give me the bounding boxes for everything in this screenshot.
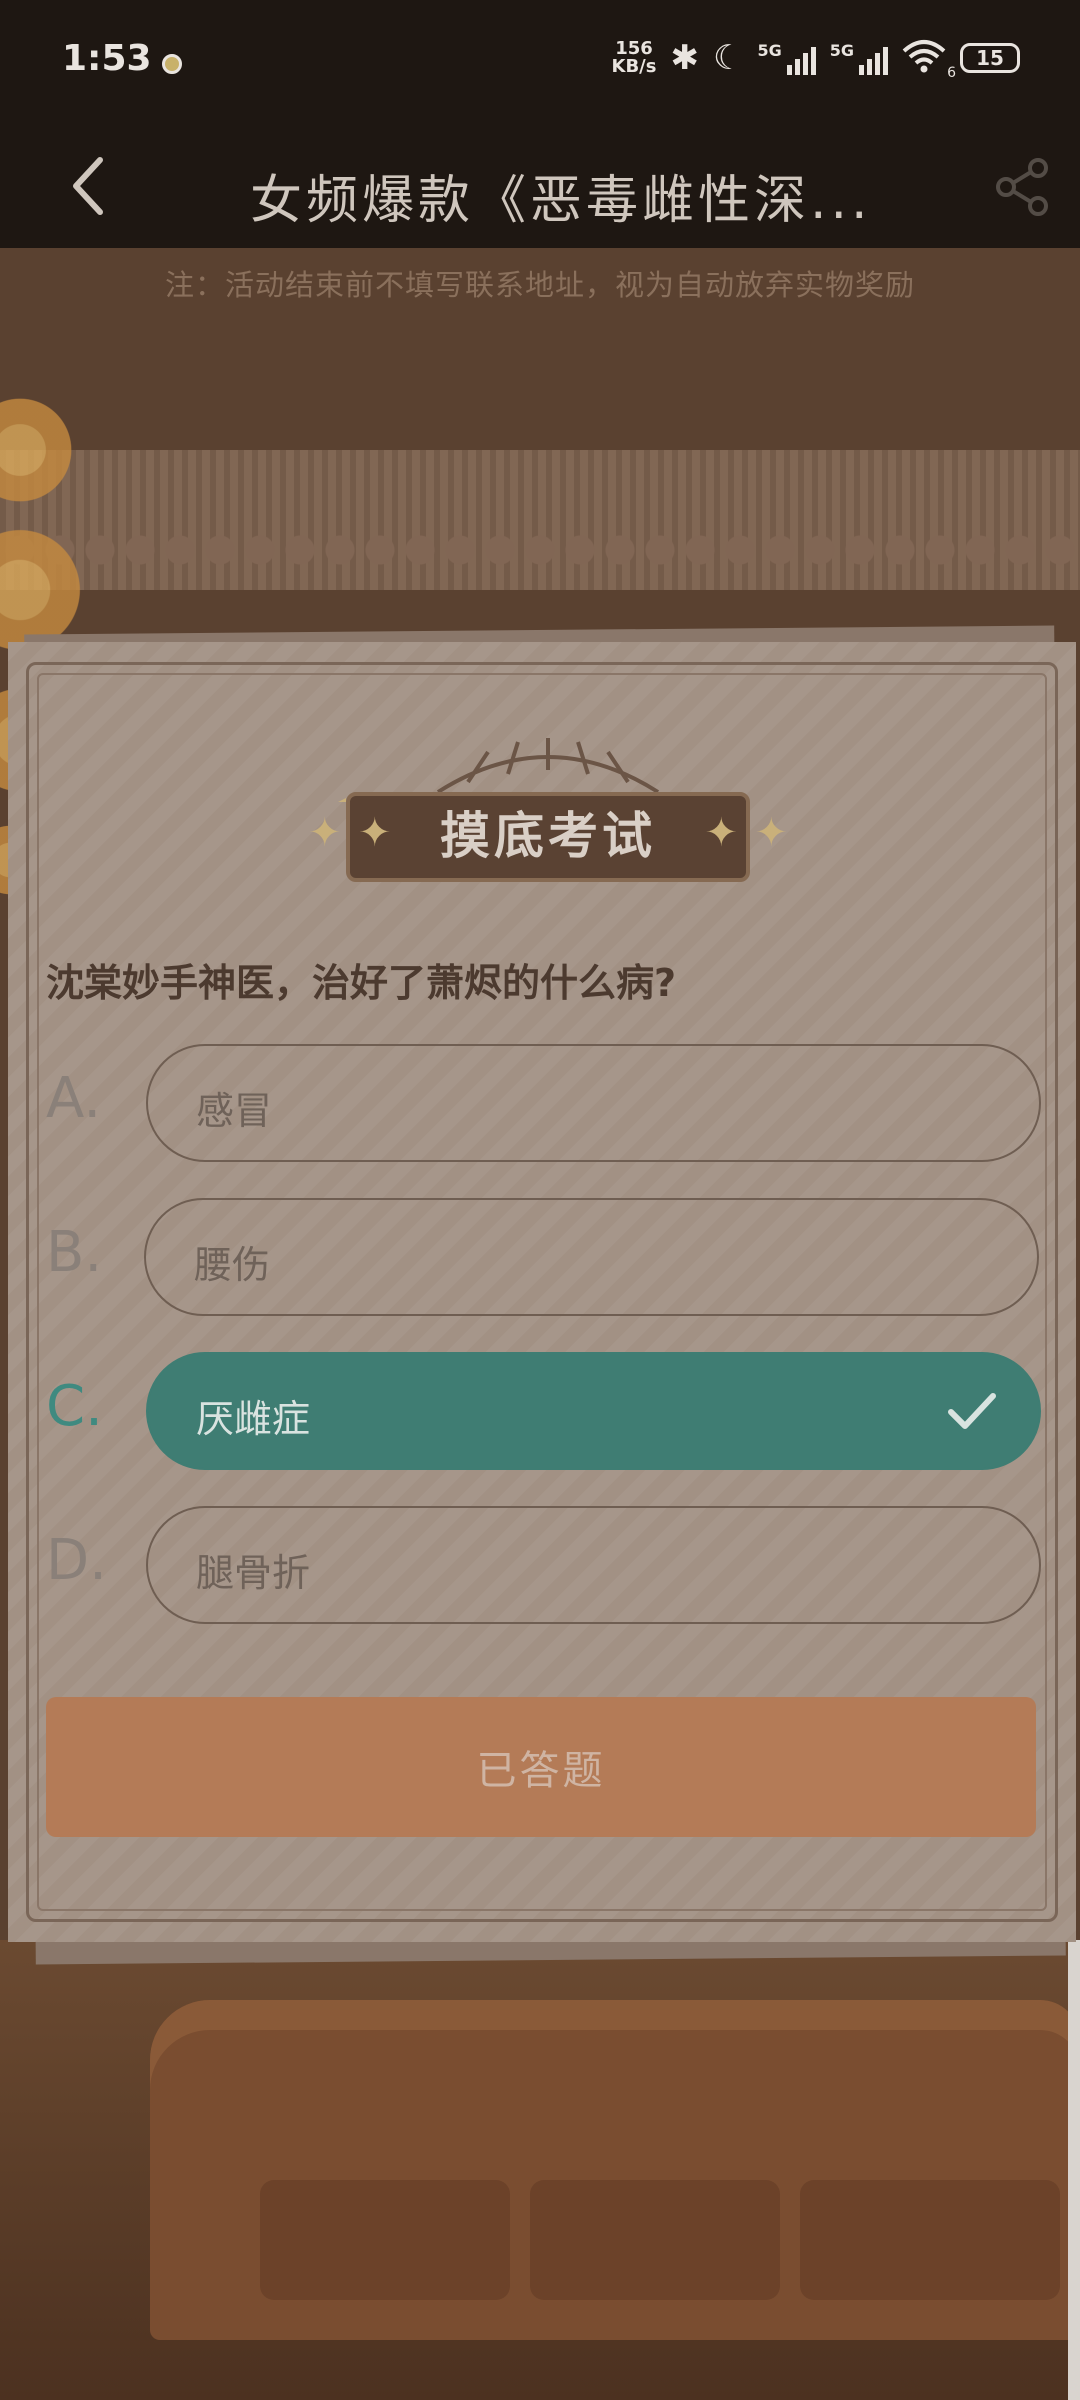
notification-icon: [162, 54, 182, 74]
signal-label: 5G: [829, 41, 854, 60]
signal-icon: 5G: [830, 41, 888, 75]
check-icon: [948, 1393, 996, 1429]
app-header: 女频爆款《恶毒雌性深...: [0, 128, 1080, 248]
lace-decoration: [0, 450, 1080, 590]
option-text: 感冒: [196, 1089, 273, 1133]
option-c[interactable]: C. 厌雌症: [46, 1352, 1046, 1472]
question-text: 沈棠妙手神医，治好了萧烬的什么病?: [46, 961, 677, 1005]
network-speed: 156 KB/s: [612, 40, 657, 76]
share-icon: [996, 158, 1048, 216]
option-text: 腰伤: [194, 1243, 271, 1287]
moon-icon: ☾: [712, 38, 744, 78]
option-d[interactable]: D. 腿骨折: [46, 1506, 1046, 1626]
back-button[interactable]: [60, 146, 120, 226]
notice-text: 注：活动结束前不填写联系地址，视为自动放弃实物奖励: [164, 268, 915, 302]
option-b[interactable]: B. 腰伤: [46, 1198, 1046, 1318]
option-text: 厌雌症: [196, 1397, 311, 1441]
exam-title: 摸底考试: [440, 807, 656, 865]
option-pill[interactable]: 厌雌症: [146, 1352, 1041, 1470]
share-button[interactable]: [988, 152, 1058, 222]
chevron-left-icon: [73, 157, 103, 215]
option-letter: A.: [46, 1066, 102, 1131]
wifi-sub-label: 6: [947, 65, 956, 81]
answered-button[interactable]: 已答题: [46, 1697, 1036, 1837]
option-pill[interactable]: 腰伤: [144, 1198, 1039, 1316]
signal-icon: 5G: [757, 41, 816, 75]
edge-strip: [1068, 1940, 1080, 2400]
network-speed-unit: KB/s: [611, 56, 657, 77]
option-pill[interactable]: 感冒: [146, 1044, 1041, 1162]
exam-badge: ✦ ✦ ✦ ✦ 摸底考试: [298, 702, 798, 882]
sofa-cushion: [530, 2180, 780, 2300]
battery-level: 15: [976, 46, 1004, 70]
option-letter: C.: [46, 1374, 103, 1439]
quiz-card: ✦ ✦ ✦ ✦ 摸底考试 沈棠妙手神医，治好了萧烬的什么病? A. 感冒 B. …: [8, 642, 1076, 1942]
sofa-cushion: [260, 2180, 510, 2300]
option-letter: B.: [46, 1220, 103, 1285]
signal-label: 5G: [757, 41, 782, 60]
bluetooth-icon: ✱: [670, 38, 699, 78]
option-letter: D.: [46, 1528, 107, 1593]
option-text: 腿骨折: [196, 1551, 311, 1595]
page-title: 女频爆款《恶毒雌性深...: [250, 171, 872, 231]
status-indicators: 156 KB/s ✱ ☾ 5G 5G 6 15: [612, 38, 1020, 81]
status-time: 1:53: [62, 38, 152, 79]
battery-icon: 15: [960, 43, 1020, 73]
wifi-icon: 6: [902, 39, 956, 81]
option-pill[interactable]: 腿骨折: [146, 1506, 1041, 1624]
badge-ornament-icon: [338, 738, 660, 802]
sofa-cushion: [800, 2180, 1060, 2300]
option-a[interactable]: A. 感冒: [46, 1044, 1046, 1164]
status-bar: 1:53 156 KB/s ✱ ☾ 5G 5G 6 15: [0, 0, 1080, 128]
